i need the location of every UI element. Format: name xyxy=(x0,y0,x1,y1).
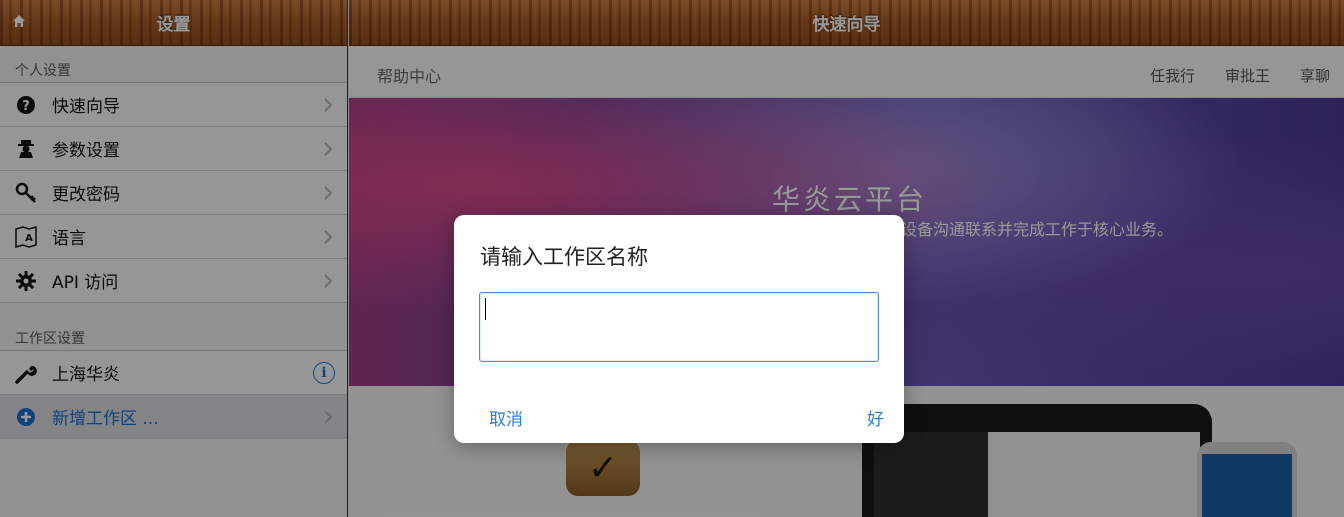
dialog-title: 请输入工作区名称 xyxy=(480,245,648,269)
workspace-name-dialog: 请输入工作区名称 取消 好 xyxy=(454,215,904,443)
ok-button[interactable]: 好 xyxy=(867,405,884,430)
cancel-button[interactable]: 取消 xyxy=(489,405,523,430)
text-caret xyxy=(485,298,486,320)
workspace-name-input[interactable] xyxy=(479,292,879,362)
